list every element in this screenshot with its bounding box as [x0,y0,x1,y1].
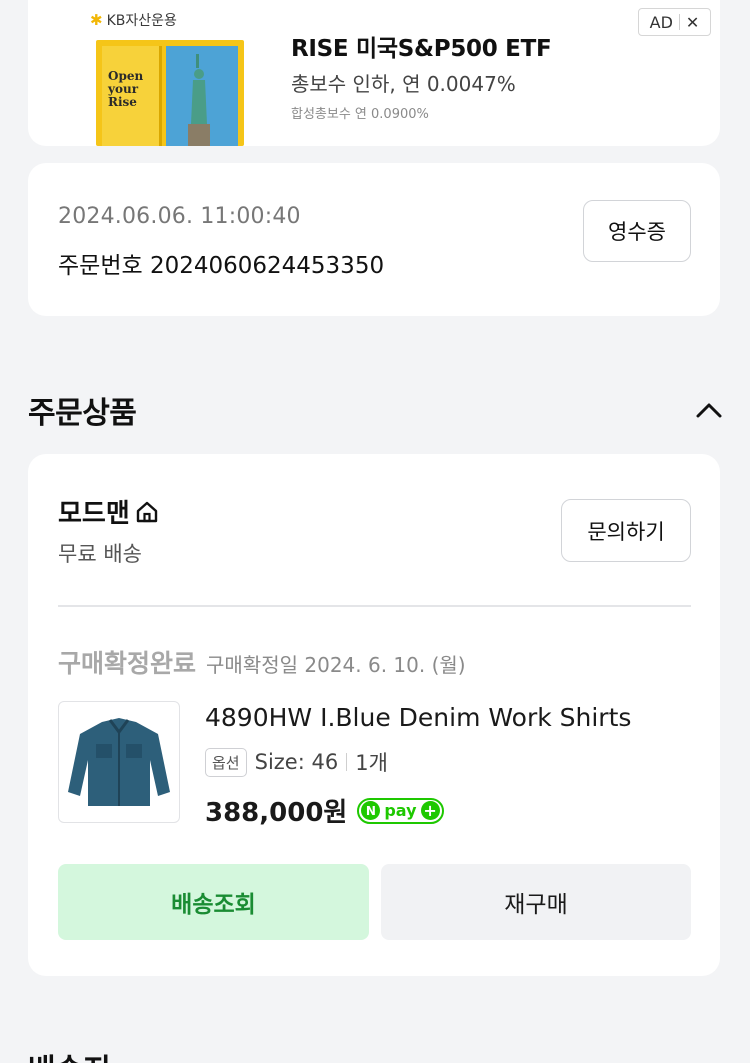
option-quantity: 1개 [355,751,388,775]
product-thumbnail[interactable] [58,701,180,823]
ad-label: AD [649,12,673,32]
seller-name[interactable]: 모드맨 [58,493,130,530]
ad-brand-logo: ✱ KB자산운용 [90,10,177,30]
track-delivery-button[interactable]: 배송조회 [58,864,369,940]
option-divider [346,753,348,771]
order-number: 주문번호 2024060624453350 [58,253,385,279]
npay-plus-badge: N pay + [357,797,444,824]
npay-n-icon: N [361,801,381,820]
denim-shirt-image [68,718,170,806]
order-info-card: 2024.06.06. 11:00:40 주문번호 20240606244533… [28,163,720,316]
ad-banner[interactable]: ✱ KB자산운용 Open your Rise RISE 미국S&P500 ET… [28,0,720,146]
ad-subtitle: 총보수 인하, 연 0.0047% [291,72,516,96]
shipping-fee: 무료 배송 [58,542,142,566]
option-size: Size: 46 [254,750,339,774]
npay-label: pay [384,801,417,820]
product-card: 모드맨 무료 배송 문의하기 구매확정완료 구매확정일 2024. 6. 10.… [28,454,720,976]
price-row: 388,000원 N pay + [205,792,444,829]
ad-fine-print: 합성총보수 연 0.0900% [291,107,429,122]
status-label: 구매확정완료 [58,649,197,678]
ad-badge-divider [678,14,680,30]
chevron-up-icon[interactable] [694,396,724,424]
purchase-status: 구매확정완료 구매확정일 2024. 6. 10. (월) [58,644,466,680]
plus-icon: + [420,801,440,820]
status-date: 구매확정일 2024. 6. 10. (월) [206,653,466,677]
product-price: 388,000원 [205,798,348,828]
section-title-order-items: 주문상품 [28,396,137,431]
option-tag: 옵션 [205,747,247,777]
product-option: 옵션 Size: 46 1개 [205,747,388,777]
receipt-button[interactable]: 영수증 [583,200,691,262]
ad-brand-name: KB자산운용 [106,13,177,29]
ad-title: RISE 미국S&P500 ETF [291,36,552,62]
ad-door-text: Open your Rise [108,69,144,109]
statue-of-liberty-icon [188,54,210,146]
rebuy-button[interactable]: 재구매 [381,864,691,940]
kb-logo-icon: ✱ [90,11,103,29]
seller-name-row[interactable]: 모드맨 [58,493,160,530]
ad-badge[interactable]: AD ✕ [638,8,711,36]
product-name[interactable]: 4890HW I.Blue Denim Work Shirts [205,703,631,732]
divider [58,605,691,607]
order-datetime: 2024.06.06. 11:00:40 [58,204,301,229]
ad-image: Open your Rise [96,40,244,146]
close-icon[interactable]: ✕ [686,13,699,32]
inquiry-button[interactable]: 문의하기 [561,499,691,562]
home-icon[interactable] [134,499,160,525]
section-title-shipping-address: 배송지 [28,1045,111,1063]
